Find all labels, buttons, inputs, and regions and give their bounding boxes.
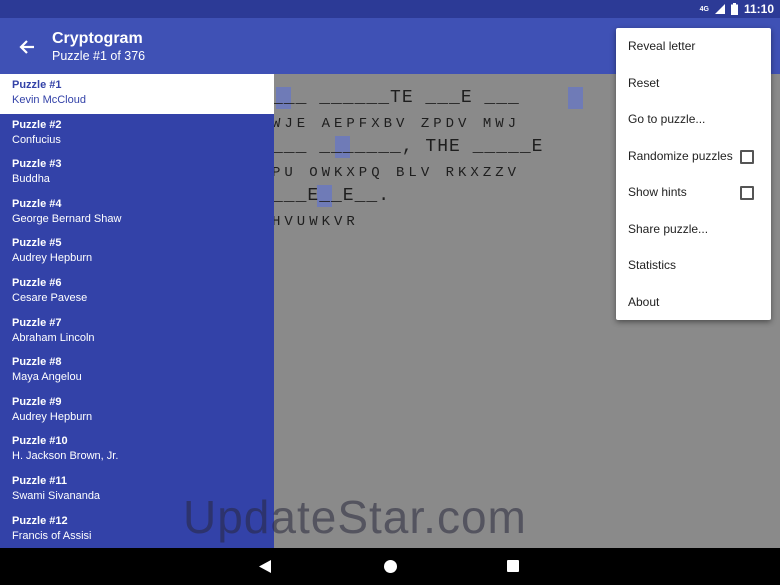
list-item[interactable]: Puzzle #7 Abraham Lincoln: [0, 312, 274, 352]
nav-home-icon[interactable]: [384, 560, 397, 573]
list-item[interactable]: Puzzle #8 Maya Angelou: [0, 351, 274, 391]
list-item[interactable]: Puzzle #6 Cesare Pavese: [0, 272, 274, 312]
puzzle-author: Confucius: [12, 133, 61, 146]
puzzle-author: Audrey Hepburn: [12, 410, 93, 423]
randomize-label: Randomize puzzles: [628, 148, 733, 163]
list-item[interactable]: Puzzle #10 H. Jackson Brown, Jr.: [0, 430, 274, 470]
puzzle-number: Puzzle #3: [12, 158, 62, 171]
menu-item-show-hints[interactable]: Show hints: [616, 174, 771, 211]
puzzle-guess-line[interactable]: ___ _______, THE _____E: [272, 137, 543, 157]
status-icons: 4G 11:10: [700, 2, 774, 16]
clock: 11:10: [743, 2, 774, 16]
puzzle-author: Cesare Pavese: [12, 291, 88, 304]
nav-recents-icon[interactable]: [507, 560, 519, 572]
show-hints-label: Show hints: [628, 185, 687, 200]
status-bar: 4G 11:10: [0, 0, 780, 18]
randomize-checkbox[interactable]: [740, 149, 754, 164]
puzzle-author: George Bernard Shaw: [12, 212, 122, 225]
list-item[interactable]: Puzzle #1 Kevin McCloud: [0, 74, 274, 114]
puzzle-list-drawer: Puzzle #1 Kevin McCloud Puzzle #2 Confuc…: [0, 74, 274, 548]
signal-icon: [714, 4, 725, 14]
list-item[interactable]: Puzzle #3 Buddha: [0, 153, 274, 193]
puzzle-author: Kevin McCloud: [12, 94, 86, 106]
puzzle-cipher-line: HVUWKVR: [272, 214, 359, 230]
menu-item-randomize[interactable]: Randomize puzzles: [616, 138, 771, 175]
menu-item-reveal-letter[interactable]: Reveal letter: [616, 28, 771, 65]
puzzle-number: Puzzle #7: [12, 316, 62, 329]
puzzle-cipher-line: WJE AEPFXBV ZPDV MWJ: [272, 116, 521, 132]
puzzle-author: Abraham Lincoln: [12, 331, 95, 344]
app-title: Cryptogram: [52, 30, 143, 47]
nav-back-icon[interactable]: [259, 560, 271, 578]
list-item[interactable]: Puzzle #5 Audrey Hepburn: [0, 232, 274, 272]
menu-item-go-to-puzzle[interactable]: Go to puzzle...: [616, 101, 771, 138]
menu-item-about[interactable]: About: [616, 284, 771, 321]
menu-item-share[interactable]: Share puzzle...: [616, 211, 771, 248]
show-hints-checkbox[interactable]: [740, 186, 754, 200]
puzzle-number: Puzzle #10: [12, 435, 68, 448]
list-item[interactable]: Puzzle #9 Audrey Hepburn: [0, 391, 274, 431]
puzzle-number: Puzzle #6: [12, 276, 62, 289]
puzzle-number: Puzzle #11: [12, 474, 68, 487]
list-item[interactable]: Puzzle #4 George Bernard Shaw: [0, 193, 274, 233]
puzzle-author: Buddha: [12, 173, 50, 186]
highlight-cell[interactable]: [568, 87, 583, 109]
puzzle-counter: Puzzle #1 of 376: [52, 49, 146, 63]
puzzle-cipher-line: PU OWKXPQ BLV RKXZZV: [272, 165, 521, 181]
puzzle-number: Puzzle #5: [12, 237, 62, 250]
puzzle-number: Puzzle #1: [12, 79, 62, 91]
menu-item-reset[interactable]: Reset: [616, 65, 771, 102]
network-type: 4G: [699, 5, 709, 13]
puzzle-guess-line[interactable]: ___E__E__.: [272, 186, 390, 206]
battery-icon: [730, 3, 738, 15]
puzzle-guess-line[interactable]: ___ ______TE ___E ___: [272, 88, 520, 108]
watermark: UpdateStar.com: [183, 491, 527, 543]
overflow-menu: Reveal letter Reset Go to puzzle... Rand…: [616, 28, 771, 320]
puzzle-author: Audrey Hepburn: [12, 252, 93, 265]
puzzle-number: Puzzle #4: [12, 197, 62, 210]
puzzle-author: H. Jackson Brown, Jr.: [12, 450, 119, 463]
puzzle-number: Puzzle #8: [12, 356, 62, 369]
puzzle-number: Puzzle #9: [12, 395, 62, 408]
list-item[interactable]: Puzzle #2 Confucius: [0, 114, 274, 154]
back-arrow-icon[interactable]: [16, 36, 38, 58]
puzzle-number: Puzzle #2: [12, 118, 62, 131]
menu-item-statistics[interactable]: Statistics: [616, 247, 771, 284]
puzzle-author: Maya Angelou: [12, 371, 82, 384]
system-nav-bar: [0, 548, 780, 585]
